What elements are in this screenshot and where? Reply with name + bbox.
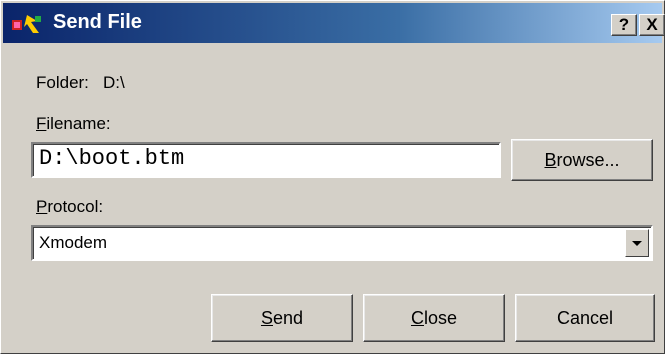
cancel-button[interactable]: Cancel xyxy=(515,294,655,342)
close-window-button[interactable]: X xyxy=(639,14,665,36)
close-button[interactable]: Close xyxy=(363,294,505,342)
send-button[interactable]: Send xyxy=(211,294,353,342)
filename-label-text: ilename: xyxy=(46,114,111,133)
folder-label: Folder: xyxy=(36,73,89,92)
protocol-select[interactable]: Xmodem xyxy=(31,225,653,261)
filename-input[interactable]: D:\boot.btm xyxy=(31,142,501,178)
help-button[interactable]: ? xyxy=(611,14,637,36)
app-icon xyxy=(12,15,41,33)
folder-value: D:\ xyxy=(103,73,125,92)
protocol-label: Protocol: xyxy=(36,197,103,217)
send-file-dialog: Send File ? X Folder: D:\ Filename: D:\b… xyxy=(0,0,665,354)
browse-button[interactable]: Browse... xyxy=(511,139,653,181)
browse-label: rowse... xyxy=(556,150,620,170)
chevron-down-icon[interactable] xyxy=(625,229,649,257)
close-label: lose xyxy=(423,308,458,328)
send-mnemonic: S xyxy=(260,308,273,328)
title-bar[interactable]: Send File ? X xyxy=(3,3,665,43)
protocol-mnemonic: P xyxy=(36,197,48,216)
browse-mnemonic: B xyxy=(544,150,557,170)
protocol-selected-value: Xmodem xyxy=(39,233,108,252)
send-label: end xyxy=(272,308,304,328)
filename-label: Filename: xyxy=(36,114,111,134)
window-title: Send File xyxy=(53,11,142,33)
filename-mnemonic: F xyxy=(36,114,47,133)
protocol-label-text: rotocol: xyxy=(47,197,104,216)
close-mnemonic: C xyxy=(410,308,424,328)
